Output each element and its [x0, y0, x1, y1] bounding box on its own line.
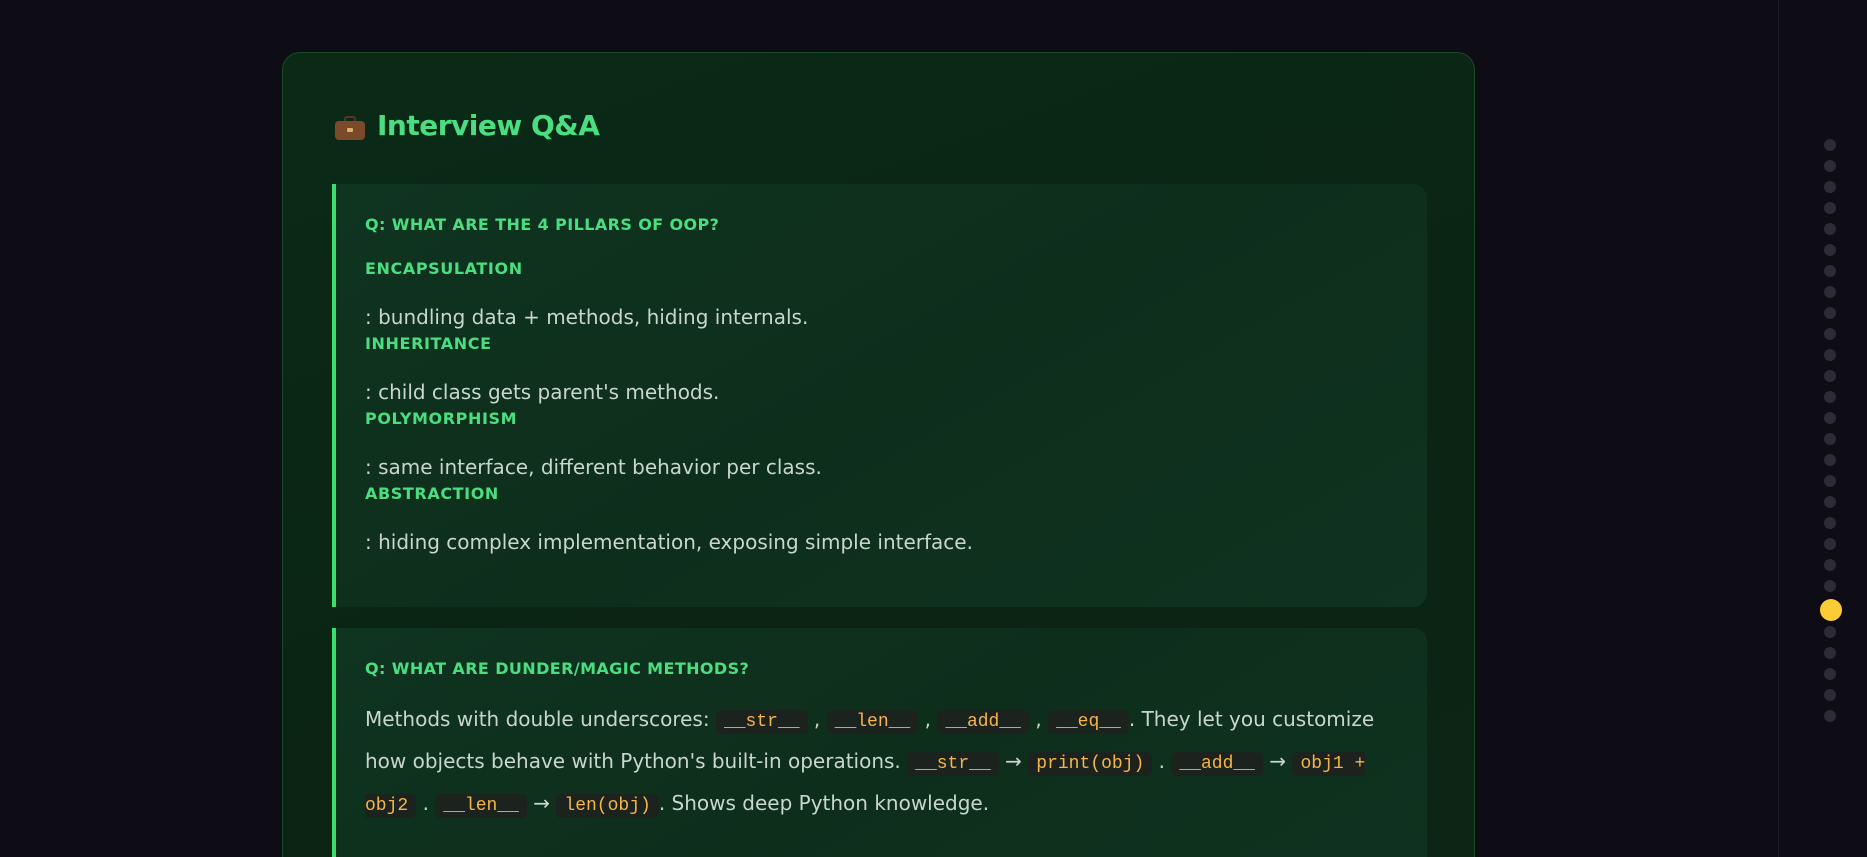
nav-dot[interactable] — [1824, 139, 1836, 151]
code-snippet: __len__ — [826, 710, 919, 734]
nav-dot[interactable] — [1824, 286, 1836, 298]
nav-dot-active[interactable] — [1820, 599, 1842, 621]
nav-dot[interactable] — [1824, 349, 1836, 361]
section-progress-nav — [1820, 139, 1842, 731]
nav-dot[interactable] — [1824, 454, 1836, 466]
section-title-text: Interview Q&A — [377, 109, 600, 142]
section-title: Interview Q&A — [335, 109, 600, 142]
interview-qa-card: Interview Q&A Q: What are the 4 pillars … — [282, 52, 1475, 857]
nav-dot[interactable] — [1824, 202, 1836, 214]
answer-paragraph: Methods with double underscores: __str__… — [365, 707, 1375, 818]
nav-dot[interactable] — [1824, 647, 1836, 659]
briefcase-icon — [335, 115, 365, 140]
nav-dot[interactable] — [1824, 412, 1836, 424]
term-polymorphism: Polymorphism — [365, 409, 518, 428]
nav-dot[interactable] — [1824, 517, 1836, 529]
nav-dot[interactable] — [1824, 496, 1836, 508]
code-snippet: __add__ — [937, 710, 1029, 734]
nav-dot[interactable] — [1824, 181, 1836, 193]
nav-dot[interactable] — [1824, 626, 1836, 638]
code-snippet: __eq__ — [1048, 710, 1129, 734]
qa-block-oop-pillars: Q: What are the 4 pillars of OOP? Encaps… — [332, 184, 1427, 607]
nav-dot[interactable] — [1824, 689, 1836, 701]
nav-dot[interactable] — [1824, 391, 1836, 403]
term-inheritance: Inheritance — [365, 334, 492, 353]
nav-dot[interactable] — [1824, 433, 1836, 445]
nav-dot[interactable] — [1824, 223, 1836, 235]
nav-dot[interactable] — [1824, 160, 1836, 172]
desc-abstraction: : hiding complex implementation, exposin… — [365, 530, 973, 554]
answer-text: . Shows deep Python knowledge. — [658, 791, 990, 815]
nav-dot[interactable] — [1824, 370, 1836, 382]
term-encapsulation: Encapsulation — [365, 259, 523, 278]
code-snippet: __len__ — [435, 794, 527, 818]
arrow-icon: → — [1005, 749, 1022, 773]
question-heading: Q: What are dunder/magic methods? — [365, 659, 750, 678]
code-snippet: print(obj) — [1028, 752, 1153, 776]
desc-encapsulation: : bundling data + methods, hiding intern… — [365, 305, 809, 329]
nav-dot[interactable] — [1824, 668, 1836, 680]
answer-text: Methods with double underscores: — [365, 707, 710, 731]
nav-dot[interactable] — [1824, 580, 1836, 592]
desc-polymorphism: : same interface, different behavior per… — [365, 455, 822, 479]
nav-dot[interactable] — [1824, 328, 1836, 340]
question-heading: Q: What are the 4 pillars of OOP? — [365, 215, 720, 234]
code-snippet: __str__ — [907, 752, 999, 776]
nav-dot[interactable] — [1824, 538, 1836, 550]
code-snippet: __str__ — [715, 710, 808, 734]
nav-dot[interactable] — [1824, 307, 1836, 319]
arrow-icon: → — [1269, 749, 1287, 773]
arrow-icon: → — [533, 791, 551, 815]
code-snippet: __add__ — [1171, 752, 1263, 776]
desc-inheritance: : child class gets parent's methods. — [365, 380, 720, 404]
nav-dot[interactable] — [1824, 710, 1836, 722]
term-abstraction: Abstraction — [365, 484, 499, 503]
nav-dot[interactable] — [1824, 244, 1836, 256]
code-snippet: len(obj) — [556, 794, 659, 818]
qa-block-dunder-methods: Q: What are dunder/magic methods? Method… — [332, 628, 1427, 857]
nav-dot[interactable] — [1824, 265, 1836, 277]
page: Interview Q&A Q: What are the 4 pillars … — [0, 0, 1867, 857]
nav-dot[interactable] — [1824, 559, 1836, 571]
right-rail-divider — [1778, 0, 1779, 857]
nav-dot[interactable] — [1824, 475, 1836, 487]
